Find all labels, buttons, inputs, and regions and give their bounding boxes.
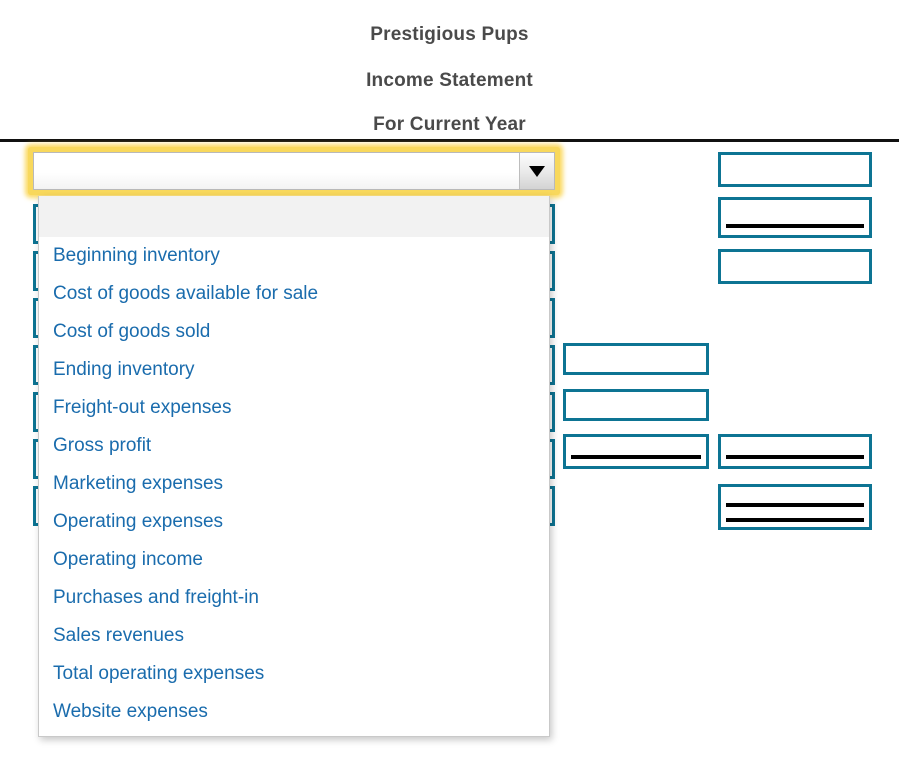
subtotal-rule bbox=[726, 455, 864, 459]
amount-box-right-2[interactable] bbox=[718, 197, 872, 238]
statement-title: Income Statement bbox=[366, 70, 533, 91]
option-item[interactable]: Website expenses bbox=[39, 693, 549, 731]
option-item[interactable]: Cost of goods available for sale bbox=[39, 275, 549, 313]
amount-box-right-4[interactable] bbox=[718, 434, 872, 469]
option-item[interactable]: Gross profit bbox=[39, 427, 549, 465]
chevron-down-icon bbox=[529, 165, 545, 177]
option-item[interactable]: Operating expenses bbox=[39, 503, 549, 541]
option-item[interactable]: Marketing expenses bbox=[39, 465, 549, 503]
option-item[interactable] bbox=[39, 196, 549, 237]
header-divider bbox=[0, 139, 899, 142]
subtotal-rule bbox=[571, 455, 701, 459]
amount-box-right-1[interactable] bbox=[718, 152, 872, 187]
amount-box-right-5[interactable] bbox=[718, 484, 872, 530]
company-name: Prestigious Pups bbox=[370, 24, 529, 45]
amount-box-middle-1[interactable] bbox=[563, 343, 709, 375]
option-item[interactable]: Ending inventory bbox=[39, 351, 549, 389]
option-item[interactable]: Beginning inventory bbox=[39, 237, 549, 275]
option-item[interactable]: Sales revenues bbox=[39, 617, 549, 655]
option-item[interactable]: Purchases and freight-in bbox=[39, 579, 549, 617]
statement-period: For Current Year bbox=[373, 114, 526, 135]
amount-box-right-3[interactable] bbox=[718, 249, 872, 284]
amount-box-middle-3[interactable] bbox=[563, 434, 709, 469]
option-item[interactable]: Cost of goods sold bbox=[39, 313, 549, 351]
option-item[interactable]: Total operating expenses bbox=[39, 655, 549, 693]
account-option-list[interactable]: Beginning inventory Cost of goods availa… bbox=[38, 196, 550, 737]
account-select-toggle[interactable] bbox=[519, 153, 554, 189]
grand-total-rule bbox=[726, 503, 864, 522]
amount-box-middle-2[interactable] bbox=[563, 389, 709, 421]
option-item[interactable]: Operating income bbox=[39, 541, 549, 579]
option-item[interactable]: Freight-out expenses bbox=[39, 389, 549, 427]
account-select[interactable] bbox=[33, 152, 555, 190]
subtotal-rule bbox=[726, 224, 864, 228]
account-select-focus-ring bbox=[28, 147, 560, 195]
